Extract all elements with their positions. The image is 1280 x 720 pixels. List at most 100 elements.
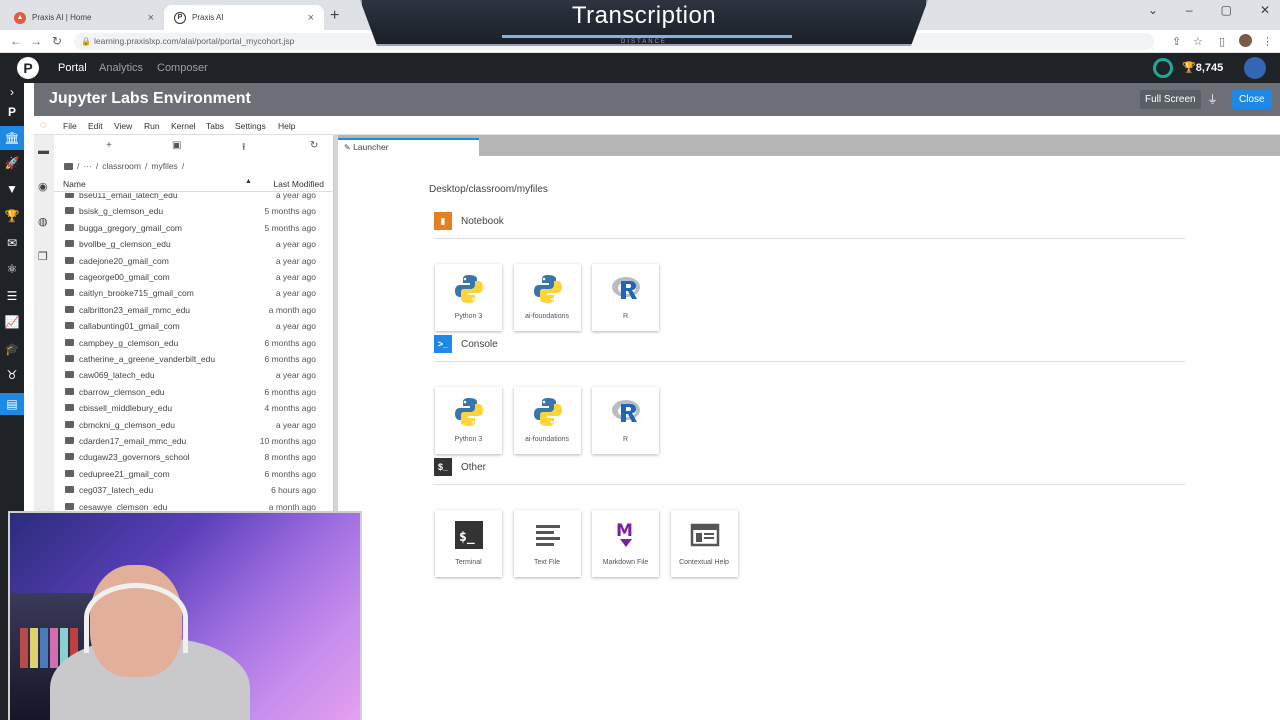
praxis-logo[interactable]: P bbox=[17, 57, 39, 79]
file-name: cbissell_middlebury_edu bbox=[79, 403, 173, 414]
menu-settings[interactable]: Settings bbox=[235, 121, 266, 131]
breadcrumb-root[interactable]: / bbox=[77, 161, 79, 171]
nav-analytics[interactable]: Analytics bbox=[99, 62, 143, 74]
maximize-icon[interactable]: ▢ bbox=[1221, 3, 1232, 17]
launcher-card[interactable]: Python 3 bbox=[435, 264, 502, 331]
file-row[interactable]: bugga_gregory_gmail_com 5 months ago bbox=[54, 220, 334, 236]
atom-icon[interactable]: ⚛ bbox=[0, 262, 24, 276]
file-row[interactable]: cadejone20_gmail_com a year ago bbox=[54, 253, 334, 269]
browser-tab-praxis[interactable]: P Praxis AI × bbox=[164, 5, 324, 30]
back-icon[interactable]: ← bbox=[10, 34, 22, 48]
folder-icon[interactable] bbox=[64, 162, 73, 170]
close-tab-icon[interactable]: × bbox=[148, 12, 154, 24]
graduation-cap-icon[interactable]: 🎓 bbox=[0, 342, 24, 356]
menu-kernel[interactable]: Kernel bbox=[171, 121, 196, 131]
new-tab-icon[interactable]: + bbox=[330, 7, 339, 25]
new-launcher-icon[interactable]: + bbox=[106, 140, 112, 151]
terminal-icon: $_ bbox=[455, 521, 483, 549]
close-window-icon[interactable]: ✕ bbox=[1260, 3, 1270, 17]
new-folder-icon[interactable]: ▣ bbox=[172, 140, 181, 151]
menu-view[interactable]: View bbox=[114, 121, 132, 131]
sort-arrow-icon[interactable]: ▲ bbox=[245, 178, 252, 185]
star-icon[interactable]: ☆ bbox=[1193, 35, 1203, 48]
file-row[interactable]: bvollbe_g_clemson_edu a year ago bbox=[54, 236, 334, 252]
running-icon[interactable]: ◉ bbox=[38, 180, 48, 193]
launcher-card[interactable]: Contextual Help bbox=[670, 510, 738, 577]
institution-icon[interactable]: 🏛 bbox=[0, 126, 24, 150]
list-icon[interactable]: ☰ bbox=[0, 289, 24, 303]
nav-portal[interactable]: Portal bbox=[58, 62, 87, 74]
user-avatar[interactable] bbox=[1244, 57, 1266, 79]
tab-launcher[interactable]: ✎ Launcher bbox=[338, 138, 479, 156]
palette-icon[interactable]: ◍ bbox=[38, 215, 48, 228]
forward-icon[interactable]: → bbox=[30, 34, 42, 48]
share-icon[interactable]: ⇪ bbox=[1172, 35, 1181, 48]
upload-icon[interactable]: ⭱ bbox=[242, 140, 246, 157]
mail-icon[interactable]: ✉ bbox=[0, 236, 24, 250]
file-row[interactable]: cedupree21_gmail_com 6 months ago bbox=[54, 466, 334, 482]
badge-icon[interactable]: ♉ bbox=[0, 368, 24, 382]
breadcrumb-classroom[interactable]: classroom bbox=[102, 161, 141, 171]
reload-icon[interactable]: ↻ bbox=[52, 34, 62, 48]
file-row[interactable]: cbarrow_clemson_edu 6 months ago bbox=[54, 384, 334, 400]
file-row[interactable]: bse011_email_latech_edu a year ago bbox=[54, 193, 334, 203]
file-row[interactable]: cdarden17_email_mmc_edu 10 months ago bbox=[54, 433, 334, 449]
launcher-card[interactable]: M Markdown File bbox=[592, 510, 659, 577]
tabs-icon[interactable]: ❐ bbox=[38, 250, 48, 263]
file-row[interactable]: cdugaw23_governors_school 8 months ago bbox=[54, 449, 334, 465]
overlay-bar bbox=[502, 35, 792, 38]
trophy-icon[interactable]: 🏆 bbox=[0, 209, 24, 223]
refresh-icon[interactable]: ↻ bbox=[310, 140, 318, 151]
file-row[interactable]: cbissell_middlebury_edu 4 months ago bbox=[54, 400, 334, 416]
browser-tab-home[interactable]: ▲ Praxis AI | Home × bbox=[4, 5, 164, 30]
close-tab-icon[interactable]: × bbox=[308, 12, 314, 24]
file-row[interactable]: caw069_latech_edu a year ago bbox=[54, 367, 334, 383]
breadcrumb-ellipsis[interactable]: ··· bbox=[83, 161, 92, 171]
folder-icon[interactable]: ▬ bbox=[38, 145, 49, 157]
folder-icon bbox=[65, 305, 74, 313]
file-row[interactable]: bsisk_g_clemson_edu 5 months ago bbox=[54, 203, 334, 219]
minimize-icon[interactable]: – bbox=[1186, 3, 1193, 17]
launcher-card[interactable]: $_ Terminal bbox=[435, 510, 502, 577]
launcher-card[interactable]: Text File bbox=[513, 510, 581, 577]
chart-icon[interactable]: 📈 bbox=[0, 315, 24, 329]
launcher-card[interactable]: ai-foundations bbox=[513, 387, 581, 454]
full-screen-button[interactable]: Full Screen bbox=[1140, 90, 1201, 109]
rocket-icon[interactable]: 🚀 bbox=[0, 156, 24, 170]
menu-tabs[interactable]: Tabs bbox=[206, 121, 224, 131]
menu-edit[interactable]: Edit bbox=[88, 121, 103, 131]
file-row[interactable]: caitlyn_brooke715_gmail_com a year ago bbox=[54, 285, 334, 301]
breadcrumb-myfiles[interactable]: myfiles bbox=[151, 161, 177, 171]
side-panel-icon[interactable]: ▯ bbox=[1219, 35, 1225, 48]
plug-icon[interactable]: ⏚ bbox=[1207, 91, 1218, 107]
launcher-card[interactable]: Python 3 bbox=[435, 387, 502, 454]
praxis-small-logo-icon[interactable]: P bbox=[0, 105, 24, 119]
file-row[interactable]: cbmckni_g_clemson_edu a year ago bbox=[54, 417, 334, 433]
fox-icon[interactable]: ▼ bbox=[0, 182, 24, 196]
launcher-card[interactable]: R bbox=[592, 264, 659, 331]
nav-composer[interactable]: Composer bbox=[157, 62, 208, 74]
section-title: Other bbox=[461, 462, 487, 473]
menu-help[interactable]: Help bbox=[278, 121, 295, 131]
column-last-modified[interactable]: Last Modified bbox=[273, 179, 324, 189]
file-row[interactable]: cageorge00_gmail_com a year ago bbox=[54, 269, 334, 285]
file-row[interactable]: callabunting01_gmail_com a year ago bbox=[54, 318, 334, 334]
chevron-down-icon[interactable]: ⌄ bbox=[1148, 3, 1158, 17]
menu-run[interactable]: Run bbox=[144, 121, 160, 131]
file-name: cadejone20_gmail_com bbox=[79, 255, 169, 266]
launcher-card[interactable]: ai-foundations bbox=[513, 264, 581, 331]
profile-avatar[interactable] bbox=[1239, 34, 1252, 47]
chevron-right-icon[interactable]: › bbox=[0, 85, 24, 99]
file-row[interactable]: campbey_g_clemson_edu 6 months ago bbox=[54, 335, 334, 351]
file-row[interactable]: ceg037_latech_edu 6 hours ago bbox=[54, 482, 334, 498]
menu-file[interactable]: File bbox=[63, 121, 77, 131]
file-modified: a year ago bbox=[275, 239, 316, 250]
more-icon[interactable]: ⋮ bbox=[1262, 35, 1273, 48]
folder-icon bbox=[65, 207, 74, 215]
launcher-card[interactable]: R bbox=[592, 387, 659, 454]
file-row[interactable]: calbritton23_email_mmc_edu a month ago bbox=[54, 302, 334, 318]
close-button[interactable]: Close bbox=[1232, 90, 1272, 109]
id-card-icon[interactable]: ▤ bbox=[0, 393, 24, 415]
column-name[interactable]: Name bbox=[63, 179, 86, 189]
file-row[interactable]: catherine_a_greene_vanderbilt_edu 6 month… bbox=[54, 351, 334, 367]
